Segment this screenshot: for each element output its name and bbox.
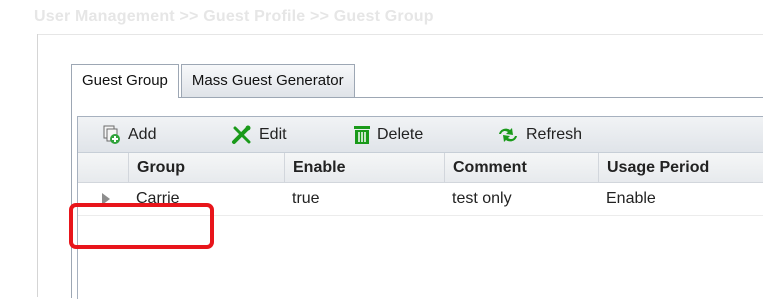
breadcrumb: User Management >> Guest Profile >> Gues… <box>34 8 434 25</box>
add-button[interactable]: Add <box>102 117 156 152</box>
cell-enable: true <box>292 190 320 207</box>
frame-top-border <box>37 34 763 35</box>
delete-label: Delete <box>377 125 424 143</box>
edit-label: Edit <box>259 125 287 143</box>
tab-mass-guest-generator[interactable]: Mass Guest Generator <box>180 64 355 97</box>
frame-left-border <box>37 34 38 297</box>
column-header-comment[interactable]: Comment <box>444 153 598 182</box>
tab-bar: Guest Group Mass Guest Generator <box>71 64 355 98</box>
column-header-usage-period[interactable]: Usage Period <box>598 153 763 182</box>
tab-guest-group[interactable]: Guest Group <box>71 64 179 98</box>
column-header-group[interactable]: Group <box>128 153 284 182</box>
table-header: Group Enable Comment Usage Period <box>78 153 763 183</box>
edit-icon <box>232 125 251 144</box>
cell-usage-period: Enable <box>606 190 656 207</box>
cell-comment: test only <box>452 190 512 207</box>
refresh-button[interactable]: Refresh <box>496 117 582 152</box>
add-label: Add <box>128 125 157 143</box>
delete-icon <box>354 125 370 144</box>
highlight-box <box>69 203 214 249</box>
refresh-label: Refresh <box>526 125 583 143</box>
edit-button[interactable]: Edit <box>231 117 287 152</box>
refresh-icon <box>499 127 517 142</box>
add-icon <box>103 125 120 144</box>
delete-button[interactable]: Delete <box>353 117 423 152</box>
toolbar: Add Edit Delete Refresh <box>78 117 763 153</box>
column-header-enable[interactable]: Enable <box>284 153 444 182</box>
tab-panel: Add Edit Delete Refresh Group Enable Com… <box>71 97 763 299</box>
